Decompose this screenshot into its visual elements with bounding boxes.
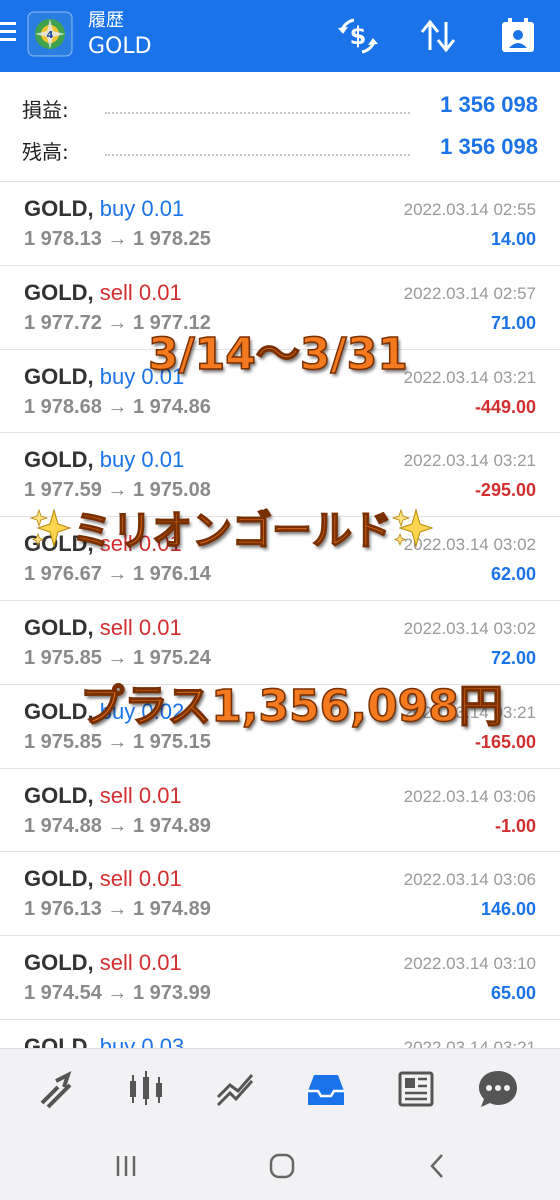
sort-icon[interactable] bbox=[416, 14, 460, 58]
deal-profit: 71.00 bbox=[490, 312, 536, 333]
deal-prices: 1 975.85 → 1 975.15 bbox=[24, 730, 211, 753]
deal-prices: 1 974.88 → 1 974.89 bbox=[24, 814, 211, 837]
deal-symbol: GOLD, bbox=[24, 866, 94, 892]
deal-profit: -165.00 bbox=[474, 731, 536, 752]
account-summary: 損益: 1 356 098 残高: 1 356 098 bbox=[0, 72, 560, 182]
deal-type: sell 0.01 bbox=[99, 866, 182, 892]
home-button[interactable] bbox=[262, 1146, 302, 1186]
deal-profit: 146.00 bbox=[480, 899, 536, 920]
deal-symbol: GOLD, bbox=[24, 950, 94, 976]
history-icon[interactable] bbox=[304, 1067, 348, 1111]
balance-label: 残高: bbox=[22, 140, 69, 164]
deal-symbol: GOLD, bbox=[24, 363, 94, 389]
deal-prices: 1 976.13 → 1 974.89 bbox=[24, 898, 211, 921]
profit-label: 損益: bbox=[22, 98, 69, 122]
trend-icon[interactable] bbox=[214, 1067, 258, 1111]
chart-icon[interactable] bbox=[124, 1067, 168, 1111]
deal-time: 2022.03.14 03:06 bbox=[403, 786, 536, 806]
deal-symbol: GOLD, bbox=[24, 196, 94, 221]
menu-icon[interactable] bbox=[0, 20, 16, 44]
deal-prices: 1 978.13 → 1 978.25 bbox=[24, 228, 211, 250]
dotted-leader bbox=[105, 112, 410, 114]
deal-row[interactable]: GOLD, buy 0.03 2022.03.14 03:21 bbox=[0, 1020, 560, 1048]
profit-row: 損益: 1 356 098 bbox=[0, 88, 560, 128]
balance-value: 1 356 098 bbox=[440, 134, 538, 159]
deal-row[interactable]: GOLD, sell 0.01 1 976.13 → 1 974.89 2022… bbox=[0, 852, 560, 937]
deal-type: sell 0.01 bbox=[99, 614, 182, 640]
deal-row[interactable]: GOLD, sell 0.01 1 974.88 → 1 974.89 2022… bbox=[0, 769, 560, 853]
recents-button[interactable] bbox=[106, 1146, 146, 1186]
deal-profit: -295.00 bbox=[474, 480, 536, 501]
symbol-filter-label[interactable]: GOLD bbox=[88, 34, 152, 59]
deal-prices: 1 978.68 → 1 974.86 bbox=[24, 395, 211, 418]
deal-row[interactable]: GOLD, buy 0.01 1 978.13 → 1 978.25 2022.… bbox=[0, 182, 560, 266]
deal-type: buy 0.01 bbox=[99, 447, 185, 473]
overlay-date-range: 3/14〜3/31 bbox=[147, 328, 408, 381]
deal-profit: 72.00 bbox=[490, 647, 536, 668]
deal-type: sell 0.01 bbox=[99, 279, 182, 305]
app-bar: 4 履歴 GOLD $ bbox=[0, 0, 560, 72]
svg-text:4: 4 bbox=[47, 30, 54, 41]
svg-text:$: $ bbox=[350, 22, 367, 50]
deal-profit: -449.00 bbox=[474, 396, 536, 417]
deal-symbol: GOLD, bbox=[24, 782, 94, 808]
page-title: 履歴 bbox=[88, 10, 124, 31]
deal-type: sell 0.01 bbox=[99, 782, 182, 808]
overlay-profit: プラス1,356,098円 bbox=[79, 680, 503, 733]
sparkles-icon bbox=[30, 508, 72, 548]
deal-time: 2022.03.14 02:55 bbox=[403, 200, 536, 219]
deal-time: 2022.03.14 03:02 bbox=[403, 618, 536, 638]
deal-time: 2022.03.14 02:57 bbox=[403, 283, 536, 303]
deal-profit: -1.00 bbox=[494, 815, 536, 836]
overlay-product: ミリオンゴールド bbox=[30, 498, 434, 556]
deal-prices: 1 974.54 → 1 973.99 bbox=[24, 982, 211, 1005]
overlay-product-text: ミリオンゴールド bbox=[71, 507, 393, 555]
deal-symbol: GOLD, bbox=[24, 614, 94, 640]
deal-profit: 65.00 bbox=[490, 983, 536, 1004]
deal-time: 2022.03.14 03:21 bbox=[403, 451, 536, 471]
deal-time: 2022.03.14 03:21 bbox=[403, 1037, 536, 1048]
trade-icon[interactable] bbox=[34, 1067, 78, 1111]
balance-row: 残高: 1 356 098 bbox=[0, 130, 560, 170]
deal-symbol: GOLD, bbox=[24, 447, 94, 473]
deal-type: buy 0.03 bbox=[99, 1033, 185, 1048]
bottom-nav bbox=[0, 1048, 560, 1128]
deal-list[interactable]: GOLD, buy 0.01 1 978.13 → 1 978.25 2022.… bbox=[0, 182, 560, 1048]
currency-exchange-icon[interactable]: $ bbox=[336, 14, 380, 58]
app-logo: 4 bbox=[27, 11, 73, 57]
deal-type: buy 0.01 bbox=[99, 196, 185, 221]
deal-time: 2022.03.14 03:06 bbox=[403, 870, 536, 890]
calendar-icon[interactable] bbox=[496, 14, 540, 58]
deal-prices: 1 975.85 → 1 975.24 bbox=[24, 646, 211, 669]
deal-type: sell 0.01 bbox=[99, 950, 182, 976]
sparkles-icon bbox=[392, 508, 434, 548]
dotted-leader bbox=[105, 154, 410, 156]
deal-symbol: GOLD, bbox=[24, 279, 94, 305]
deal-row[interactable]: GOLD, sell 0.01 1 974.54 → 1 973.99 2022… bbox=[0, 936, 560, 1020]
news-icon[interactable] bbox=[394, 1067, 438, 1111]
deal-time: 2022.03.14 03:21 bbox=[403, 367, 536, 387]
deal-profit: 62.00 bbox=[490, 564, 536, 585]
deal-profit: 14.00 bbox=[490, 229, 536, 249]
deal-prices: 1 976.67 → 1 976.14 bbox=[24, 563, 211, 586]
profit-value: 1 356 098 bbox=[440, 92, 538, 117]
system-nav-bar bbox=[0, 1128, 560, 1200]
deal-symbol: GOLD, bbox=[24, 1033, 94, 1048]
deal-time: 2022.03.14 03:10 bbox=[403, 954, 536, 974]
chat-icon[interactable] bbox=[476, 1067, 520, 1111]
back-button[interactable] bbox=[418, 1146, 458, 1186]
